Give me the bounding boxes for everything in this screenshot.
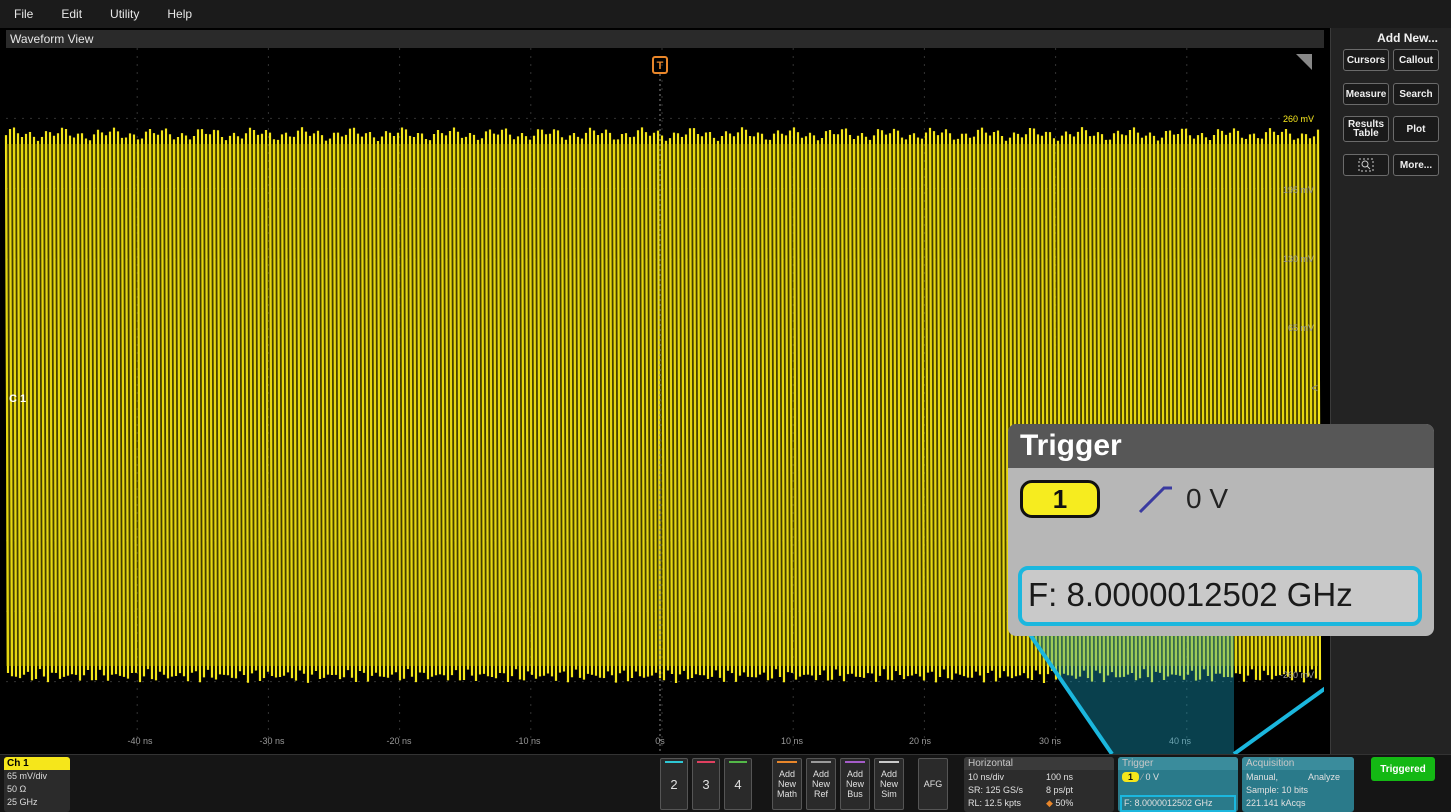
x-tick-label: 0s: [655, 736, 665, 746]
menu-file[interactable]: File: [14, 7, 33, 21]
position-percent: ◆ 50%: [1046, 798, 1074, 808]
acquisition-title: Acquisition: [1242, 757, 1354, 770]
add-ref-label: Add New Ref: [811, 769, 830, 799]
x-tick-label: 10 ns: [781, 736, 804, 746]
ch4-button[interactable]: 4: [724, 758, 752, 810]
add-new-sim-button[interactable]: Add New Sim: [874, 758, 904, 810]
horizontal-badge[interactable]: Horizontal 10 ns/div 100 ns SR: 125 GS/s…: [964, 757, 1114, 812]
acquisition-count: 221.141 kAcqs: [1246, 798, 1306, 808]
measure-button[interactable]: Measure: [1343, 83, 1389, 105]
trigger-zoom-callout: Trigger 1 0 V F: 8.0000012502 GHz: [1008, 424, 1434, 636]
x-tick-label: 30 ns: [1039, 736, 1062, 746]
horizontal-position: 100 ns: [1046, 772, 1074, 782]
zoom-trigger-title: Trigger: [1008, 424, 1434, 468]
ch3-button[interactable]: 3: [692, 758, 720, 810]
resolution: 8 ps/pt: [1046, 785, 1074, 795]
y-tick-label: 195 mV: [1283, 185, 1314, 195]
add-new-math-button[interactable]: Add New Math: [772, 758, 802, 810]
more-button[interactable]: More...: [1393, 154, 1439, 176]
zoom-button[interactable]: [1343, 154, 1389, 176]
triggered-status-button[interactable]: Triggered: [1371, 757, 1435, 781]
drag-handle-icon: ⋮: [1318, 379, 1324, 395]
ch1-impedance: 50 Ω: [7, 784, 27, 794]
add-math-label: Add New Math: [776, 769, 797, 799]
ch2-label: 2: [670, 776, 678, 792]
zoom-trigger-level: 0 V: [1186, 483, 1229, 514]
ch1-label: Ch 1: [4, 757, 70, 770]
zoom-frequency: F: 8.0000012502 GHz: [1028, 576, 1353, 613]
acquisition-badge[interactable]: Acquisition Manual, Analyze Sample: 10 b…: [1242, 757, 1354, 812]
results-table-button[interactable]: Results Table: [1343, 116, 1389, 142]
add-sim-label: Add New Sim: [879, 769, 898, 799]
trigger-frequency: F: 8.0000012502 GHz: [1120, 795, 1236, 812]
sample-rate: SR: 125 GS/s: [968, 785, 1024, 795]
plot-button[interactable]: Plot: [1393, 116, 1439, 142]
horizontal-title: Horizontal: [964, 757, 1114, 770]
afg-label: AFG: [923, 779, 943, 789]
position-percent-value: 50%: [1055, 798, 1074, 808]
add-new-ref-button[interactable]: Add New Ref: [806, 758, 836, 810]
ch1-bandwidth: 25 GHz: [7, 797, 38, 807]
x-tick-label: -30 ns: [259, 736, 285, 746]
trigger-source-row: 1 ⁄ 0 V: [1122, 772, 1159, 782]
acquisition-analyze: Analyze: [1308, 772, 1341, 782]
acquisition-mode: Manual,: [1246, 772, 1279, 782]
afg-button[interactable]: AFG: [918, 758, 948, 810]
ch1-scale: 65 mV/div: [7, 771, 48, 781]
zoom-trigger-source: 1: [1020, 480, 1100, 518]
acquisition-sample: Sample: 10 bits: [1246, 785, 1309, 795]
right-panel: Add New... Cursors Callout Measure Searc…: [1330, 28, 1451, 754]
ch1-badge[interactable]: Ch 1 65 mV/div 50 Ω 25 GHz: [4, 757, 70, 812]
trigger-title: Trigger: [1118, 757, 1238, 770]
x-tick-label: -20 ns: [386, 736, 412, 746]
callout-button[interactable]: Callout: [1393, 49, 1439, 71]
search-button[interactable]: Search: [1393, 83, 1439, 105]
record-length: RL: 12.5 kpts: [968, 798, 1022, 808]
trigger-marker-label: T: [657, 60, 664, 72]
y-tick-label: 65 mV: [1288, 323, 1314, 333]
waveform-view-title: Waveform View: [6, 30, 1324, 48]
x-tick-label: 20 ns: [909, 736, 932, 746]
menu-help[interactable]: Help: [167, 7, 192, 21]
y-tick-label: 130 mV: [1283, 254, 1314, 264]
menu-edit[interactable]: Edit: [61, 7, 82, 21]
cursors-button[interactable]: Cursors: [1343, 49, 1389, 71]
zoom-frequency-box: F: 8.0000012502 GHz: [1018, 566, 1422, 626]
ch3-label: 3: [702, 776, 710, 792]
menu-bar: File Edit Utility Help: [0, 0, 1451, 28]
horizontal-scale: 10 ns/div: [968, 772, 1005, 782]
x-tick-label: -10 ns: [515, 736, 541, 746]
waveform-display[interactable]: T C 1 < ⋮ -40 ns -30 ns -20 ns -10 ns 0s 10 n…: [0, 30, 1324, 754]
trigger-level: 0 V: [1145, 772, 1160, 782]
trigger-badge[interactable]: Trigger 1 ⁄ 0 V F: 8.0000012502 GHz: [1118, 757, 1238, 812]
rising-edge-icon: [1138, 486, 1172, 514]
trigger-source-pill: 1: [1122, 772, 1140, 782]
y-tick-label: -260 mV: [1280, 670, 1314, 680]
channel-label[interactable]: C 1: [9, 393, 26, 405]
ch4-label: 4: [734, 776, 742, 792]
add-new-bus-button[interactable]: Add New Bus: [840, 758, 870, 810]
level-marker: <: [1311, 381, 1318, 395]
ch2-button[interactable]: 2: [660, 758, 688, 810]
zoom-icon: [1358, 158, 1374, 172]
add-new-title: Add New...: [1377, 31, 1438, 45]
menu-utility[interactable]: Utility: [110, 7, 139, 21]
add-bus-label: Add New Bus: [845, 769, 864, 799]
y-tick-label: 260 mV: [1283, 114, 1314, 124]
x-tick-label: -40 ns: [127, 736, 153, 746]
